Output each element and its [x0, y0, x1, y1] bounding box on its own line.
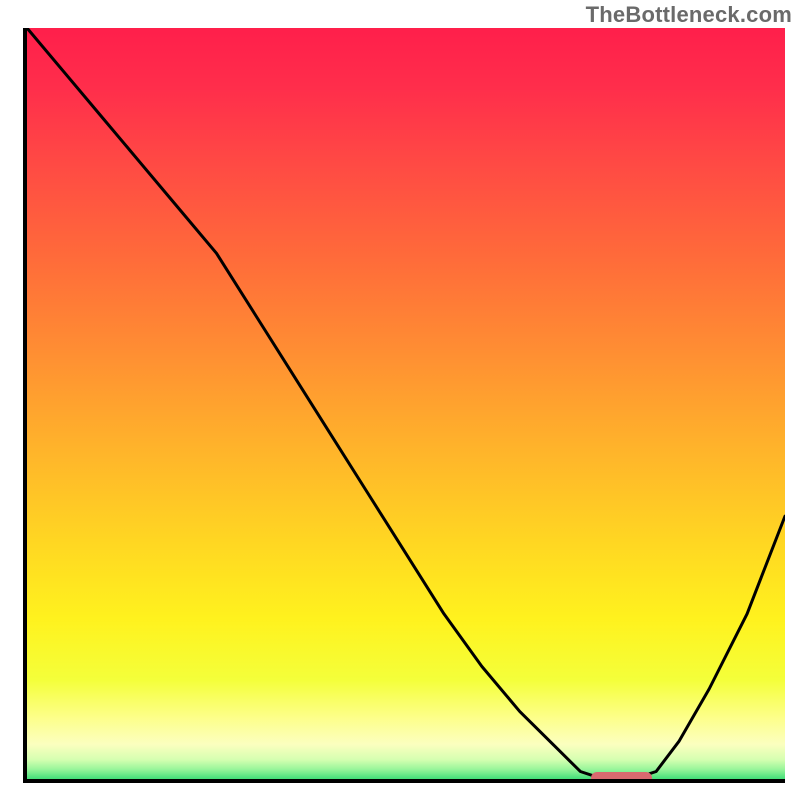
- chart-container: TheBottleneck.com: [0, 0, 800, 800]
- optimal-range-marker: [591, 772, 652, 783]
- plot-area: [23, 28, 785, 783]
- watermark-label: TheBottleneck.com: [586, 2, 792, 28]
- bottleneck-curve: [27, 28, 785, 779]
